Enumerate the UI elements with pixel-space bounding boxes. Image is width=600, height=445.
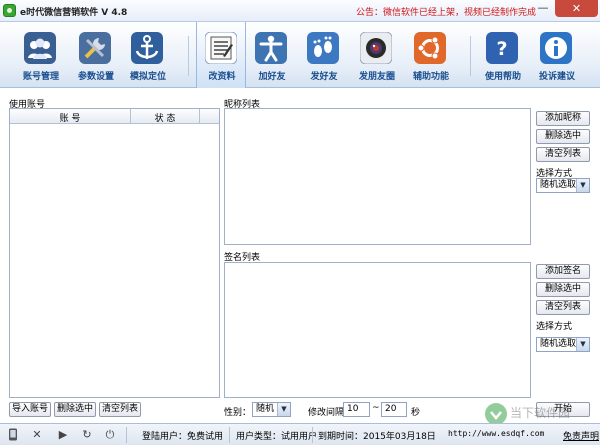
- toolbar-label: 投诉建议: [538, 72, 575, 82]
- status-bar: ✕ ▶ ↻ ⏻ 登陆用户：免费试用 用户类型：试用用户 到期时间：2015年03…: [0, 423, 600, 445]
- signature-mode-label: 选择方式: [536, 322, 573, 332]
- status-divider: [229, 427, 230, 443]
- login-user-text: 登陆用户：免费试用: [142, 432, 224, 442]
- footprint-icon: [307, 32, 339, 64]
- gender-label: 性别：: [224, 408, 252, 418]
- status-divider: [126, 427, 127, 443]
- svg-text:?: ?: [496, 38, 507, 60]
- play-icon[interactable]: ▶: [56, 428, 70, 442]
- app-icon: [3, 4, 16, 17]
- interval-label: 修改间隔: [308, 408, 345, 418]
- users-icon: [24, 32, 56, 64]
- toolbar-account-manage[interactable]: 账号管理: [16, 22, 66, 88]
- interval-unit: 秒: [411, 408, 421, 418]
- refresh-icon[interactable]: ↻: [80, 428, 94, 442]
- add-nickname-button[interactable]: 添加昵称: [536, 111, 590, 126]
- delete-account-button[interactable]: 删除选中: [54, 402, 96, 417]
- nickname-list[interactable]: [224, 108, 531, 245]
- clear-account-button[interactable]: 清空列表: [99, 402, 141, 417]
- gender-select[interactable]: 随机 ▼: [252, 402, 291, 417]
- start-button[interactable]: 开始: [536, 402, 590, 417]
- column-account[interactable]: 账 号: [10, 111, 130, 124]
- window-title: e时代微信营销软件 V 4.8: [20, 8, 128, 18]
- clear-signature-button[interactable]: 清空列表: [536, 300, 590, 315]
- clear-nickname-button[interactable]: 清空列表: [536, 147, 590, 162]
- nickname-mode-select[interactable]: 随机选取 ▼: [536, 178, 590, 193]
- power-icon[interactable]: ⏻: [103, 428, 117, 442]
- import-account-button[interactable]: 导入账号: [9, 402, 51, 417]
- toolbar-feedback[interactable]: 投诉建议: [532, 22, 582, 88]
- add-signature-button[interactable]: 添加签名: [536, 264, 590, 279]
- interval-from-input[interactable]: 10: [343, 402, 370, 417]
- disclaimer-link[interactable]: 免责声明: [563, 429, 599, 442]
- delete-nickname-button[interactable]: 删除选中: [536, 129, 590, 144]
- anchor-icon: [131, 32, 163, 64]
- chevron-down-icon: ▼: [576, 179, 589, 192]
- status-divider: [312, 427, 313, 443]
- account-table-header: 账 号 状 态: [10, 109, 219, 124]
- main-toolbar: 账号管理 参数设置 模拟定位 改资料 加好友 发好友 发朋友圈 辅助功能 ? 使…: [0, 22, 600, 88]
- delete-signature-button[interactable]: 删除选中: [536, 282, 590, 297]
- toolbar-moments[interactable]: 发朋友圈: [352, 22, 402, 88]
- chevron-down-icon: ▼: [576, 338, 589, 351]
- announcement-text: 公告：微信软件已经上架，视频已经制作完成: [356, 8, 537, 18]
- notepad-icon: [204, 31, 238, 65]
- camera-icon: [359, 31, 393, 65]
- column-divider: [199, 109, 200, 123]
- toolbar-assist[interactable]: 辅助功能: [406, 22, 456, 88]
- ubuntu-icon: [414, 32, 446, 64]
- signature-list[interactable]: [224, 262, 531, 398]
- person-icon: [255, 32, 287, 64]
- chevron-down-icon: ▼: [277, 403, 290, 416]
- info-icon: [540, 32, 572, 64]
- interval-tilde: ~: [372, 403, 380, 413]
- minimize-button[interactable]: —: [532, 0, 554, 17]
- user-type-text: 用户类型：试用用户: [236, 432, 318, 442]
- toolbar-location[interactable]: 模拟定位: [123, 22, 173, 88]
- toolbar-label: 模拟定位: [129, 72, 166, 82]
- tools-icon[interactable]: ✕: [30, 428, 44, 442]
- expire-text: 到期时间：2015年03月18日: [318, 432, 436, 442]
- toolbar-help[interactable]: ? 使用帮助: [478, 22, 528, 88]
- interval-to-input[interactable]: 20: [381, 402, 407, 417]
- account-table[interactable]: 账 号 状 态: [9, 108, 220, 398]
- column-status[interactable]: 状 态: [131, 111, 199, 124]
- signature-mode-select[interactable]: 随机选取 ▼: [536, 337, 590, 352]
- help-icon: ?: [486, 32, 518, 64]
- tools-icon: [79, 32, 111, 64]
- title-bar: e时代微信营销软件 V 4.8 公告：微信软件已经上架，视频已经制作完成 — ✕: [0, 0, 600, 22]
- toolbar-label: 辅助功能: [412, 72, 449, 82]
- signature-mode-value: 随机选取: [540, 339, 577, 349]
- gender-value: 随机: [256, 404, 275, 414]
- nickname-mode-value: 随机选取: [540, 180, 577, 190]
- site-link[interactable]: http://www.esdqf.com: [448, 429, 544, 438]
- phone-icon[interactable]: [6, 428, 20, 442]
- close-button[interactable]: ✕: [555, 0, 598, 17]
